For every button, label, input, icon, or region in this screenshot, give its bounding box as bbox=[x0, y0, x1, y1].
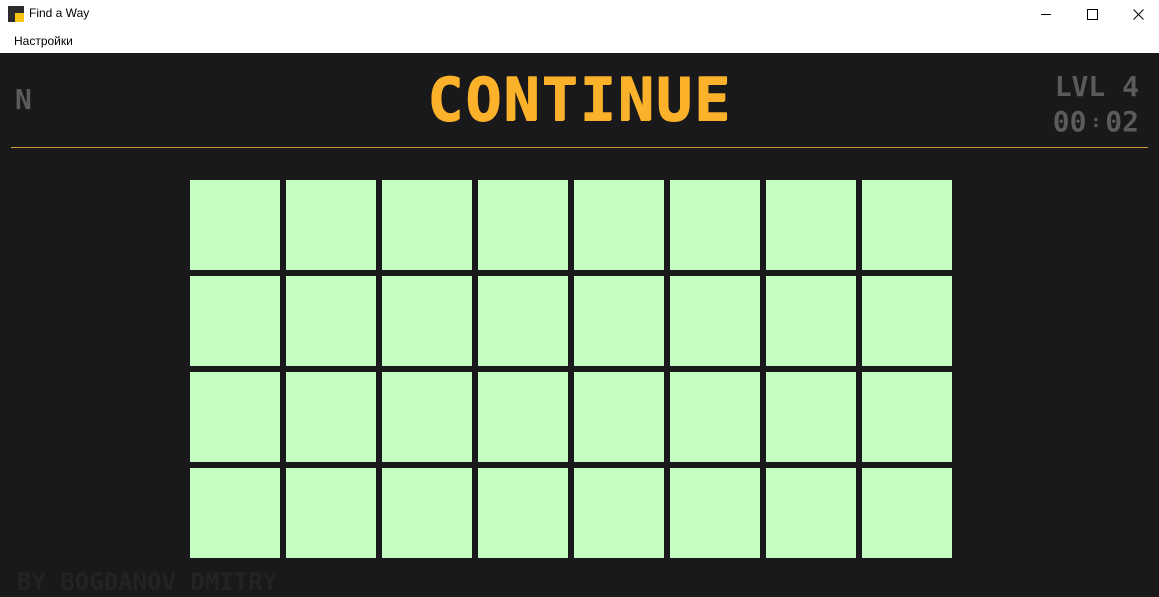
board-cell[interactable] bbox=[286, 468, 376, 558]
board-cell[interactable] bbox=[574, 372, 664, 462]
menu-item-settings[interactable]: Настройки bbox=[14, 34, 73, 48]
board-cell[interactable] bbox=[382, 468, 472, 558]
maximize-icon bbox=[1086, 9, 1098, 20]
credits-text: BY BOGDANOV DMITRY bbox=[17, 568, 278, 596]
menu-bar: Настройки bbox=[0, 29, 1159, 53]
board-cell[interactable] bbox=[382, 372, 472, 462]
timer-separator: : bbox=[1090, 111, 1102, 132]
board-cell[interactable] bbox=[670, 468, 760, 558]
board-cell[interactable] bbox=[382, 180, 472, 270]
board-cell[interactable] bbox=[862, 372, 952, 462]
board-cell[interactable] bbox=[286, 180, 376, 270]
board-cell[interactable] bbox=[382, 276, 472, 366]
board-cell[interactable] bbox=[574, 468, 664, 558]
board-cell[interactable] bbox=[478, 180, 568, 270]
window-title: Find a Way bbox=[29, 6, 90, 20]
board-cell[interactable] bbox=[574, 276, 664, 366]
board-cell[interactable] bbox=[190, 180, 280, 270]
board-cell[interactable] bbox=[862, 180, 952, 270]
board-cell[interactable] bbox=[286, 276, 376, 366]
continue-title: CONTINUE bbox=[427, 65, 732, 135]
board-cell[interactable] bbox=[862, 468, 952, 558]
board-cell[interactable] bbox=[766, 276, 856, 366]
board-cell[interactable] bbox=[286, 372, 376, 462]
board-cell[interactable] bbox=[478, 276, 568, 366]
board-cell[interactable] bbox=[670, 276, 760, 366]
board-cell[interactable] bbox=[766, 468, 856, 558]
board-cell[interactable] bbox=[670, 372, 760, 462]
board-cell[interactable] bbox=[190, 372, 280, 462]
timer: 00:02 bbox=[1053, 108, 1139, 136]
board-cell[interactable] bbox=[478, 468, 568, 558]
maximize-button[interactable] bbox=[1069, 0, 1115, 29]
title-bar[interactable]: Find a Way bbox=[0, 0, 1159, 29]
minimize-button[interactable] bbox=[1023, 0, 1069, 29]
board-cell[interactable] bbox=[862, 276, 952, 366]
header-divider bbox=[11, 147, 1148, 148]
board-cell[interactable] bbox=[190, 468, 280, 558]
app-logo-icon bbox=[8, 6, 24, 22]
game-board bbox=[190, 180, 952, 558]
timer-seconds: 02 bbox=[1105, 105, 1139, 138]
level-label: LVL 4 bbox=[1054, 70, 1139, 103]
board-cell[interactable] bbox=[670, 180, 760, 270]
board-cell[interactable] bbox=[478, 372, 568, 462]
minimize-icon bbox=[1041, 14, 1051, 15]
close-button[interactable] bbox=[1115, 0, 1159, 29]
board-cell[interactable] bbox=[766, 180, 856, 270]
timer-minutes: 00 bbox=[1052, 105, 1087, 138]
close-icon bbox=[1132, 9, 1144, 20]
board-cell[interactable] bbox=[190, 276, 280, 366]
board-cell[interactable] bbox=[574, 180, 664, 270]
board-cell[interactable] bbox=[766, 372, 856, 462]
